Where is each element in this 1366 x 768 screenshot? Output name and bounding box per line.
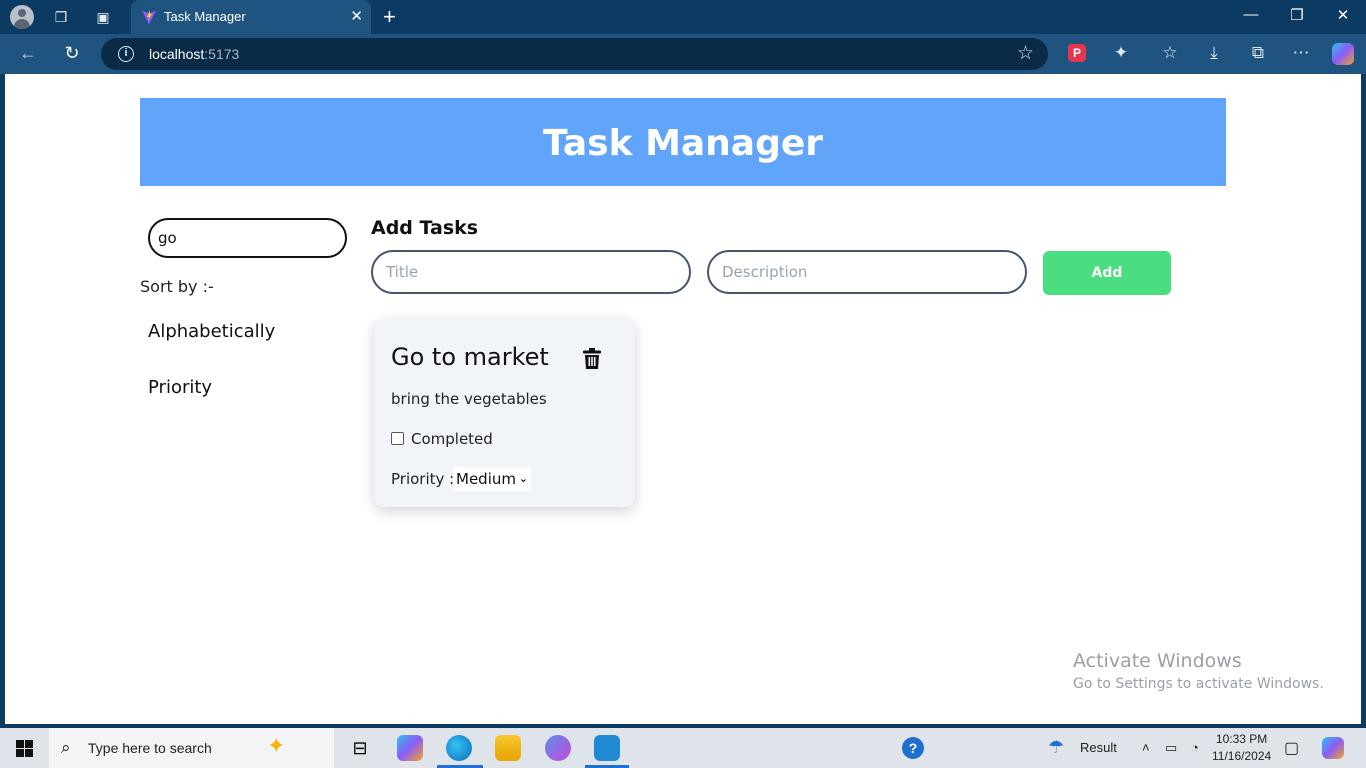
page-content: Task Manager Sort by :- Alphabetically P… [5,74,1361,724]
extension-icon[interactable]: P [1068,44,1086,62]
refresh-icon[interactable]: ↻ [60,43,84,64]
notification-icon[interactable]: ▢ [1284,738,1299,758]
vscode-icon[interactable] [594,735,620,761]
priority-value: Medium [456,470,516,488]
priority-label: Priority : [391,470,455,488]
address-bar[interactable]: i localhost:5173 ☆ [101,38,1048,70]
task-card: Go to market bring the vegetables Comple… [374,319,635,507]
title-input[interactable] [371,250,691,294]
completed-checkbox[interactable] [391,432,404,445]
weather-icon[interactable]: ☂ [1048,737,1070,759]
collections-icon[interactable]: ⧉ [1247,43,1269,63]
browser-tab[interactable]: Task Manager ✕ [131,0,371,34]
help-icon[interactable]: ? [902,737,924,759]
tab-title: Task Manager [164,9,246,24]
add-tasks-heading: Add Tasks [371,217,479,239]
new-tab-icon[interactable]: + [383,4,396,30]
tray-chevron-icon[interactable]: ˄ [1142,740,1150,755]
profile-avatar[interactable] [10,5,34,29]
copilot-icon[interactable] [1332,43,1354,65]
wifi-icon[interactable]: ◔ [1191,740,1199,755]
site-info-icon[interactable]: i [118,46,134,62]
windows-taskbar: ⌕ Type here to search ✦ ⊟ ? ☂ Result ˄ ▭… [0,728,1366,768]
copilot-app-icon[interactable] [397,735,423,761]
sort-priority-option[interactable]: Priority [148,377,212,398]
teams-icon[interactable] [545,735,571,761]
clock[interactable]: 10:33 PM 11/16/2024 [1212,731,1271,765]
taskbar-search-text: Type here to search [88,740,212,756]
completed-label: Completed [411,430,493,448]
weather-label[interactable]: Result [1080,740,1117,755]
minimize-icon[interactable]: — [1236,6,1266,23]
close-window-icon[interactable]: ✕ [1328,6,1358,24]
task-description: bring the vegetables [391,390,547,408]
tab-actions-icon[interactable]: ▣ [94,8,112,26]
tab-close-icon[interactable]: ✕ [350,7,363,25]
trash-icon[interactable] [583,348,601,369]
task-view-icon[interactable]: ⊟ [347,735,373,761]
more-menu-icon[interactable]: ⋯ [1290,43,1312,63]
chevron-down-icon: ⌄ [518,472,528,485]
file-explorer-icon[interactable] [495,735,521,761]
copilot-tray-icon[interactable] [1322,737,1344,759]
search-icon: ⌕ [61,738,71,757]
downloads-icon[interactable]: ⤓ [1203,43,1225,63]
sort-alphabetically-option[interactable]: Alphabetically [148,321,275,342]
watermark-line2: Go to Settings to activate Windows. [1073,676,1324,692]
clock-date: 11/16/2024 [1212,749,1272,763]
vite-icon [142,10,156,24]
add-task-button[interactable]: Add [1043,251,1171,295]
favorites-icon[interactable]: ☆ [1159,43,1181,63]
back-icon[interactable]: ← [16,43,40,64]
priority-select[interactable]: Medium ⌄ [453,467,531,491]
description-input[interactable] [707,250,1027,294]
copilot-sparkle-icon: ✦ [267,733,286,758]
favorite-star-icon[interactable]: ☆ [1017,42,1034,65]
clock-time: 10:33 PM [1215,732,1268,746]
browser-toolbar: ← ↻ i localhost:5173 ☆ P ✦ ☆ ⤓ ⧉ ⋯ [0,34,1366,74]
browser-titlebar: ❐ ▣ Task Manager ✕ + — ❐ ✕ [0,0,1366,34]
activate-windows-watermark: Activate Windows Go to Settings to activ… [1073,650,1324,692]
watermark-line1: Activate Windows [1073,650,1242,672]
edge-icon[interactable] [446,735,472,761]
app-title: Task Manager [542,123,824,164]
search-input[interactable] [148,218,347,258]
app-header: Task Manager [140,98,1226,186]
workspaces-icon[interactable]: ❐ [52,8,70,26]
url-text: localhost:5173 [149,46,240,62]
windows-start-icon[interactable] [16,740,33,757]
restore-icon[interactable]: ❐ [1282,6,1312,24]
task-title: Go to market [391,343,549,371]
extensions-icon[interactable]: ✦ [1110,43,1132,63]
network-icon[interactable]: ▭ [1165,740,1177,756]
sort-label: Sort by :- [140,277,214,296]
taskbar-search[interactable]: ⌕ Type here to search ✦ [49,728,334,768]
